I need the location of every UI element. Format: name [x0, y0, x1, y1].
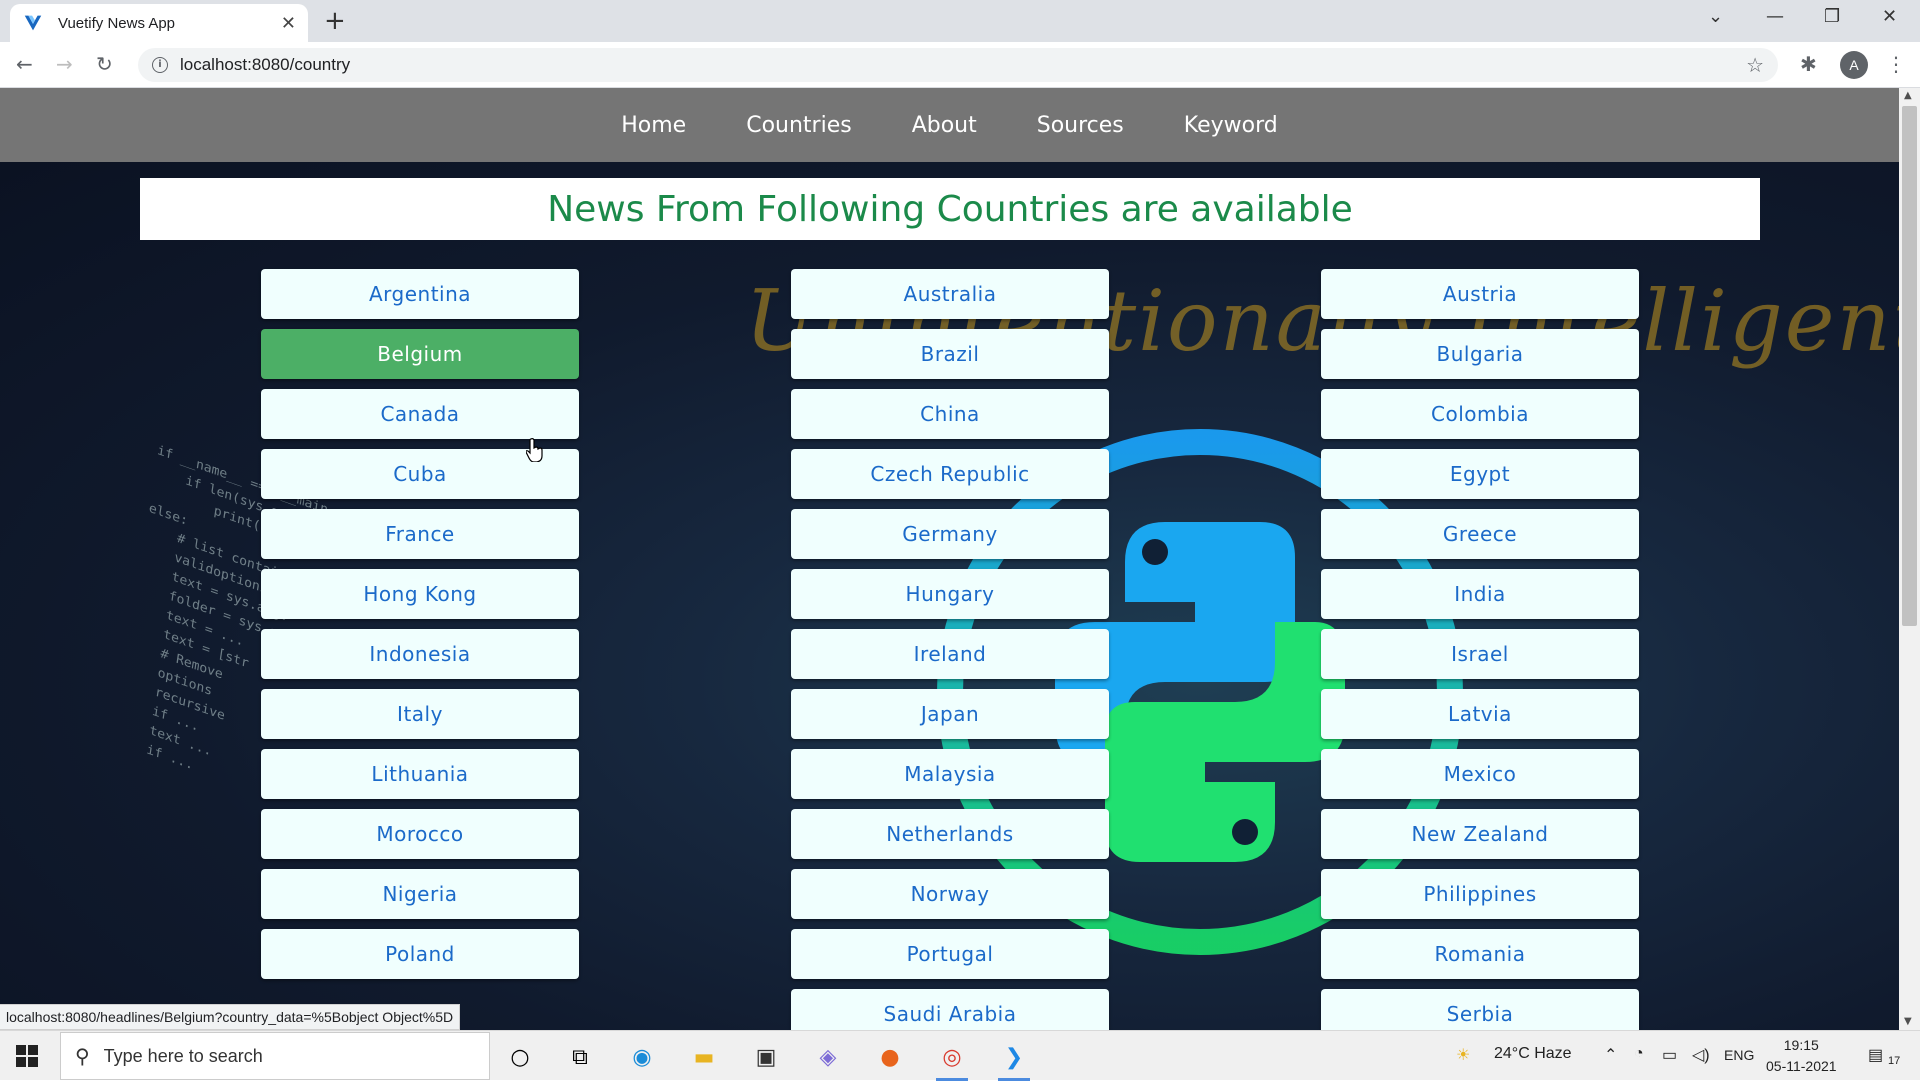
edge-icon[interactable]: ◉ — [624, 1039, 660, 1075]
country-button[interactable]: Colombia — [1321, 389, 1639, 439]
store-icon[interactable]: ▣ — [748, 1039, 784, 1075]
country-button[interactable]: Poland — [261, 929, 579, 979]
scroll-down-icon[interactable]: ▼ — [1904, 1016, 1912, 1027]
country-button[interactable]: Germany — [791, 509, 1109, 559]
restore-icon[interactable]: ❐ — [1824, 6, 1840, 27]
address-bar[interactable]: i localhost:8080/country ☆ — [138, 48, 1778, 82]
taskbar-search-placeholder: Type here to search — [103, 1045, 263, 1066]
search-icon: ⚲ — [75, 1044, 90, 1068]
page-viewport: Unintentionally Intelligent if __name__ … — [0, 88, 1920, 1030]
nav-home[interactable]: Home — [591, 113, 716, 138]
weather-text[interactable]: 24°C Haze — [1494, 1045, 1572, 1063]
scroll-up-icon[interactable]: ▲ — [1904, 90, 1912, 101]
country-button[interactable]: Japan — [791, 689, 1109, 739]
browser-toolbar: ← → ↻ i localhost:8080/country ☆ ✱ A ⋮ — [0, 42, 1920, 88]
link-status-bar: localhost:8080/headlines/Belgium?country… — [0, 1004, 461, 1030]
country-button[interactable]: Czech Republic — [791, 449, 1109, 499]
photos-icon[interactable]: ◈ — [810, 1039, 846, 1075]
notification-count: 17 — [1888, 1055, 1901, 1067]
nav-countries[interactable]: Countries — [716, 113, 882, 138]
country-button[interactable]: Canada — [261, 389, 579, 439]
country-button[interactable]: Israel — [1321, 629, 1639, 679]
country-button[interactable]: Malaysia — [791, 749, 1109, 799]
country-button[interactable]: Philippines — [1321, 869, 1639, 919]
clock-date: 05-11-2021 — [1766, 1058, 1837, 1074]
country-button[interactable]: France — [261, 509, 579, 559]
volume-icon[interactable]: ◁) — [1692, 1045, 1710, 1065]
country-button[interactable]: Australia — [791, 269, 1109, 319]
country-button[interactable]: Romania — [1321, 929, 1639, 979]
country-button[interactable]: China — [791, 389, 1109, 439]
country-button[interactable]: Norway — [791, 869, 1109, 919]
country-button[interactable]: Mexico — [1321, 749, 1639, 799]
profile-avatar[interactable]: A — [1840, 51, 1868, 79]
country-button[interactable]: Hungary — [791, 569, 1109, 619]
cortana-icon[interactable]: ○ — [502, 1039, 538, 1075]
country-button[interactable]: Portugal — [791, 929, 1109, 979]
battery-icon[interactable]: ▭ — [1662, 1045, 1677, 1065]
country-button[interactable]: Bulgaria — [1321, 329, 1639, 379]
taskbar-clock[interactable]: 19:15 05-11-2021 — [1766, 1035, 1837, 1077]
nav-sources[interactable]: Sources — [1007, 113, 1154, 138]
nav-keyword[interactable]: Keyword — [1154, 113, 1308, 138]
firefox-icon[interactable]: ● — [872, 1039, 908, 1075]
country-button[interactable]: Argentina — [261, 269, 579, 319]
windows-start-icon[interactable] — [16, 1045, 38, 1067]
tab-title: Vuetify News App — [58, 14, 176, 32]
country-button[interactable]: Nigeria — [261, 869, 579, 919]
windows-taskbar: ⚲ Type here to search ○ ⧉ ◉ ▬ ▣ ◈ ● ◎ ❯ … — [0, 1030, 1920, 1081]
scrollbar-thumb[interactable] — [1902, 106, 1917, 626]
tab-close-icon[interactable]: ✕ — [281, 13, 296, 34]
country-button[interactable]: New Zealand — [1321, 809, 1639, 859]
file-explorer-icon[interactable]: ▬ — [686, 1039, 722, 1075]
new-tab-icon[interactable]: + — [324, 6, 346, 36]
language-indicator[interactable]: ENG — [1724, 1047, 1754, 1063]
weather-icon[interactable]: ☀ — [1456, 1045, 1470, 1065]
country-button[interactable]: Indonesia — [261, 629, 579, 679]
back-icon[interactable]: ← — [16, 52, 33, 76]
country-button[interactable]: Egypt — [1321, 449, 1639, 499]
network-icon[interactable]: ◔ — [1634, 1045, 1644, 1063]
site-info-icon[interactable]: i — [152, 57, 168, 73]
nav-about[interactable]: About — [882, 113, 1007, 138]
hand-cursor-icon — [526, 438, 543, 462]
bookmark-star-icon[interactable]: ☆ — [1746, 53, 1764, 77]
country-button[interactable]: Greece — [1321, 509, 1639, 559]
country-button[interactable]: India — [1321, 569, 1639, 619]
country-button[interactable]: Lithuania — [261, 749, 579, 799]
country-button[interactable]: Latvia — [1321, 689, 1639, 739]
notification-icon[interactable]: ▤ — [1868, 1045, 1883, 1065]
country-button[interactable]: Netherlands — [791, 809, 1109, 859]
menu-icon[interactable]: ⋮ — [1886, 52, 1906, 76]
chrome-icon[interactable]: ◎ — [934, 1039, 970, 1081]
reload-icon[interactable]: ↻ — [96, 52, 113, 76]
page-title: News From Following Countries are availa… — [547, 188, 1353, 230]
browser-tabstrip: Vuetify News App ✕ + ⌄ — ❐ ✕ — [0, 0, 1920, 42]
browser-tab[interactable]: Vuetify News App ✕ — [10, 4, 308, 42]
tray-chevron-icon[interactable]: ⌃ — [1604, 1045, 1617, 1065]
vscode-icon[interactable]: ❯ — [996, 1039, 1032, 1081]
country-button[interactable]: Serbia — [1321, 989, 1639, 1030]
clock-time: 19:15 — [1783, 1037, 1819, 1053]
vuetify-logo-icon — [24, 15, 42, 31]
window-close-icon[interactable]: ✕ — [1882, 6, 1897, 27]
taskbar-search[interactable]: ⚲ Type here to search — [60, 1032, 490, 1080]
minimize-icon[interactable]: — — [1766, 6, 1784, 27]
country-button[interactable]: Ireland — [791, 629, 1109, 679]
country-button[interactable]: Hong Kong — [261, 569, 579, 619]
tab-search-icon[interactable]: ⌄ — [1708, 6, 1723, 27]
task-view-icon[interactable]: ⧉ — [562, 1039, 598, 1075]
country-button[interactable]: Morocco — [261, 809, 579, 859]
country-button[interactable]: Belgium — [261, 329, 579, 379]
forward-icon[interactable]: → — [56, 52, 73, 76]
page-heading-box: News From Following Countries are availa… — [140, 178, 1760, 240]
url-text[interactable]: localhost:8080/country — [180, 55, 1746, 75]
extensions-icon[interactable]: ✱ — [1800, 52, 1817, 76]
app-navbar: Home Countries About Sources Keyword — [0, 88, 1899, 162]
country-button[interactable]: Italy — [261, 689, 579, 739]
country-button[interactable]: Austria — [1321, 269, 1639, 319]
country-button[interactable]: Brazil — [791, 329, 1109, 379]
country-button[interactable]: Saudi Arabia — [791, 989, 1109, 1030]
page-scrollbar[interactable]: ▲ ▼ — [1899, 88, 1920, 1030]
